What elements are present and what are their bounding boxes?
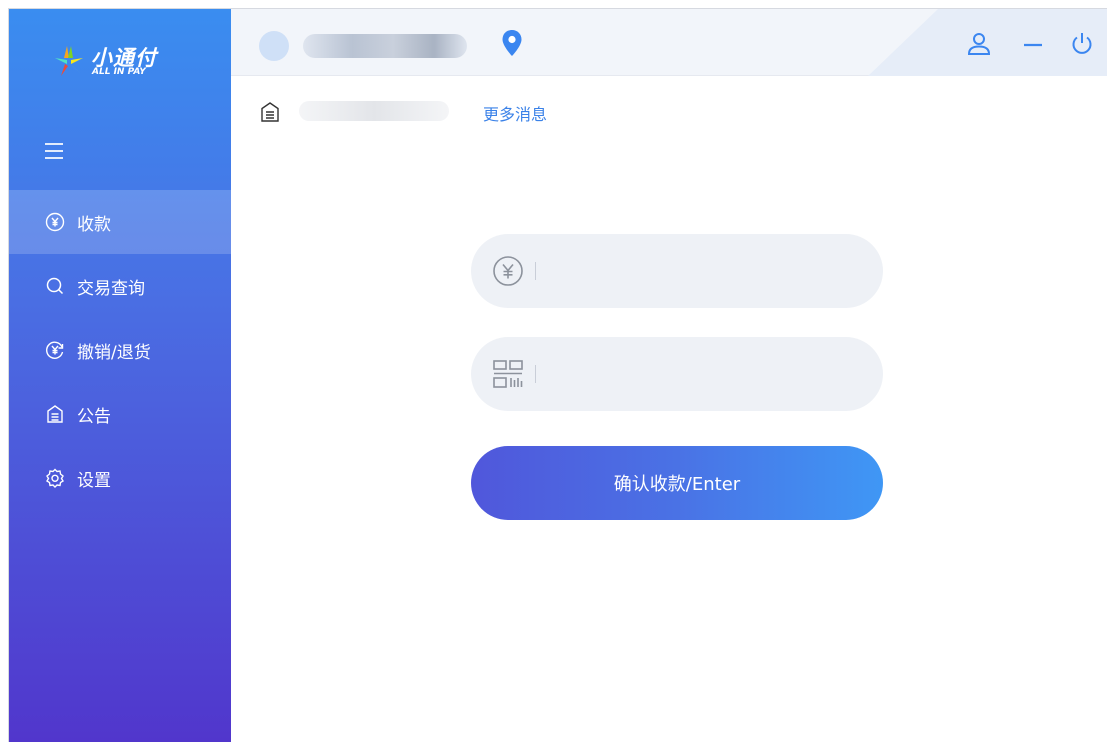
minimize-icon[interactable] [1020,31,1046,57]
location-icon[interactable] [501,29,523,57]
user-icon[interactable] [966,31,992,57]
sidebar-item-notices[interactable]: 公告 [9,382,231,446]
qrcode-icon [491,357,525,391]
notice-icon [45,404,65,424]
sidebar-item-label: 收款 [77,214,111,235]
sidebar-item-label: 撤销/退货 [77,342,151,363]
sidebar: 小通付 ALL IN PAY 收款 交易查询 撤销/退货 公告 设置 [9,9,231,742]
amount-field[interactable] [471,234,883,308]
sidebar-item-label: 公告 [77,406,111,427]
notice-text-redacted [299,101,449,121]
search-icon [45,276,65,296]
app-window: 小通付 ALL IN PAY 收款 交易查询 撤销/退货 公告 设置 更多消息 … [8,8,1107,742]
sidebar-item-transactions[interactable]: 交易查询 [9,254,231,318]
top-header [231,9,1107,76]
menu-toggle-icon[interactable] [45,143,63,159]
more-messages-link[interactable]: 更多消息 [483,101,547,125]
power-icon[interactable] [1069,31,1095,57]
sidebar-nav: 收款 交易查询 撤销/退货 公告 设置 [9,190,231,510]
logo-subtitle: ALL IN PAY [92,67,146,77]
gear-icon [45,468,65,488]
yen-return-icon [45,340,65,360]
sidebar-item-receive[interactable]: 收款 [9,190,231,254]
yen-icon [491,254,525,288]
sidebar-item-label: 设置 [77,470,111,491]
merchant-name-redacted [303,34,467,58]
field-divider [535,365,536,383]
field-divider [535,262,536,280]
notice-icon [261,102,279,122]
brand-logo: 小通付 ALL IN PAY [51,40,191,80]
payment-code-input[interactable] [546,354,859,394]
sidebar-item-refund[interactable]: 撤销/退货 [9,318,231,382]
sidebar-item-label: 交易查询 [77,278,145,299]
sidebar-item-settings[interactable]: 设置 [9,446,231,510]
logo-mark-icon [55,46,83,76]
amount-input[interactable] [546,251,859,291]
payment-code-field[interactable] [471,337,883,411]
merchant-avatar [259,31,289,61]
yen-circle-icon [45,212,65,232]
confirm-receive-button[interactable]: 确认收款/Enter [471,446,883,520]
